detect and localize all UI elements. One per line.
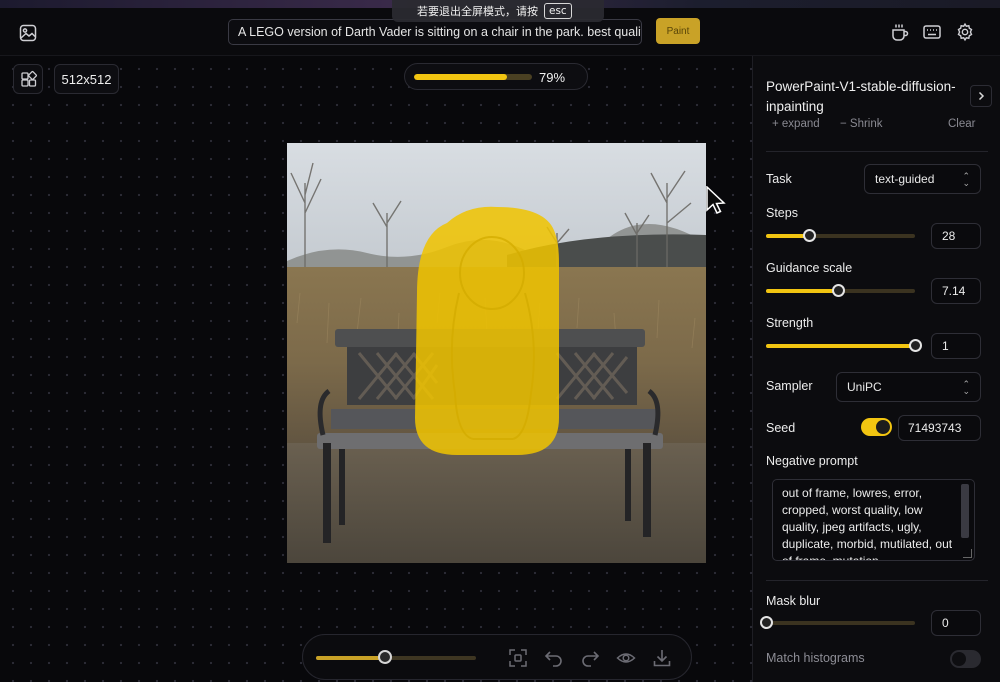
steps-slider[interactable]	[766, 229, 915, 242]
mask-blur-slider[interactable]	[760, 616, 915, 629]
strength-slider-knob[interactable]	[909, 339, 922, 352]
gear-icon[interactable]	[953, 20, 977, 44]
toggle-thumb	[952, 652, 966, 666]
guidance-label: Guidance scale	[766, 261, 853, 275]
brush-size-fill	[316, 656, 385, 660]
paint-button[interactable]: Paint	[656, 18, 700, 44]
seed-toggle[interactable]	[861, 418, 892, 436]
fullscreen-exit-notice: 若要退出全屏模式，请按 esc	[392, 0, 604, 22]
negative-prompt-textarea[interactable]: out of frame, lowres, error, cropped, wo…	[772, 479, 975, 561]
coffee-icon[interactable]	[888, 20, 912, 44]
steps-slider-knob[interactable]	[803, 229, 817, 242]
seed-input[interactable]: 71493743	[898, 415, 981, 441]
download-icon[interactable]	[651, 647, 673, 669]
chevron-right-icon	[978, 91, 985, 101]
generation-progress: 79%	[404, 63, 588, 90]
esc-key-badge: esc	[544, 3, 572, 19]
progress-fill	[414, 74, 508, 80]
match-histograms-label: Match histograms	[766, 651, 865, 665]
layout-toggle-button[interactable]	[13, 64, 43, 94]
negative-prompt-text: out of frame, lowres, error, cropped, wo…	[782, 486, 953, 561]
shrink-button[interactable]: − Shrink	[840, 118, 883, 130]
prompt-input[interactable]: A LEGO version of Darth Vader is sitting…	[228, 19, 642, 45]
mask-blur-input[interactable]: 0	[931, 610, 981, 636]
separator	[766, 580, 988, 581]
task-select[interactable]: text-guided ⌃ ⌄	[864, 164, 981, 194]
guidance-slider-fill	[766, 289, 838, 293]
strength-input[interactable]: 1	[931, 333, 981, 359]
mask-tools-row: + expand − Shrink Clear	[766, 118, 990, 130]
progress-track	[414, 74, 532, 80]
guidance-input[interactable]: 7.14	[931, 278, 981, 304]
expand-button[interactable]: + expand	[772, 118, 820, 130]
strength-slider-fill	[766, 344, 915, 348]
image-icon[interactable]	[16, 21, 40, 45]
separator	[766, 151, 988, 152]
mouse-cursor	[706, 185, 726, 221]
textarea-scrollbar[interactable]	[961, 484, 969, 538]
sampler-value: UniPC	[847, 380, 882, 394]
brush-size-knob[interactable]	[377, 650, 392, 664]
sampler-select[interactable]: UniPC ⌃ ⌄	[836, 372, 981, 402]
resize-handle-icon[interactable]	[963, 549, 972, 558]
redo-icon[interactable]	[579, 647, 601, 669]
sampler-label: Sampler	[766, 379, 813, 393]
collapse-panel-button[interactable]	[970, 85, 992, 107]
undo-icon[interactable]	[543, 647, 565, 669]
progress-percent: 79%	[539, 70, 566, 85]
select-chevrons-icon: ⌃ ⌄	[962, 171, 970, 188]
steps-input[interactable]: 28	[931, 223, 981, 249]
canvas-size-badge: 512x512	[54, 64, 119, 94]
clear-button[interactable]: Clear	[948, 118, 975, 130]
strength-label: Strength	[766, 316, 814, 330]
match-histograms-toggle[interactable]	[950, 650, 981, 668]
fullscreen-notice-text: 若要退出全屏模式，请按	[417, 5, 538, 18]
mask-blur-label: Mask blur	[766, 594, 821, 608]
guidance-slider-knob[interactable]	[831, 284, 845, 297]
strength-slider[interactable]	[766, 339, 922, 352]
toggle-thumb	[876, 420, 890, 434]
guidance-slider[interactable]	[766, 284, 915, 297]
seed-label: Seed	[766, 421, 796, 435]
grid-icon	[21, 71, 37, 87]
eye-icon[interactable]	[615, 647, 637, 669]
negative-prompt-label: Negative prompt	[766, 454, 858, 468]
task-label: Task	[766, 172, 792, 186]
model-title: PowerPaint-V1-stable-diffusion-inpaintin…	[766, 79, 956, 114]
task-value: text-guided	[875, 172, 935, 186]
keyboard-icon[interactable]	[920, 20, 944, 44]
select-chevrons-icon: ⌃ ⌄	[962, 379, 970, 396]
settings-panel: PowerPaint-V1-stable-diffusion-inpaintin…	[752, 56, 1000, 682]
brush-size-slider[interactable]	[316, 656, 476, 660]
steps-label: Steps	[766, 206, 798, 220]
mask-blur-slider-knob[interactable]	[760, 616, 773, 629]
bottom-toolbar	[302, 634, 692, 680]
fit-screen-icon[interactable]	[507, 647, 529, 669]
canvas-image[interactable]	[287, 143, 706, 563]
